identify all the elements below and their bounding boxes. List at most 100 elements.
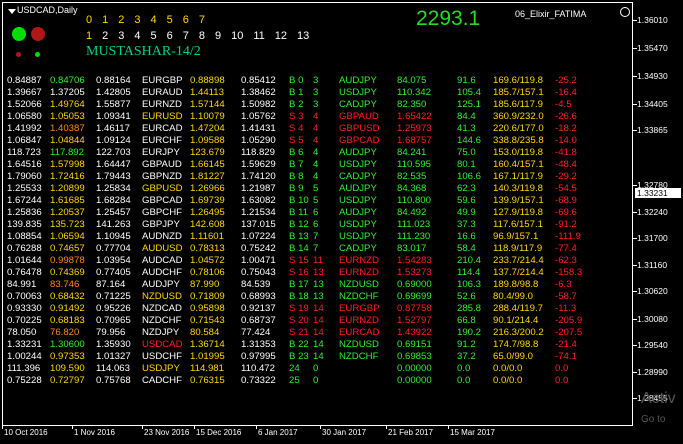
price-label: 1.30080 <box>637 313 668 324</box>
table-cell: 0.69853 <box>397 351 432 362</box>
axis-tick <box>194 426 195 429</box>
table-cell: 1.25973 <box>397 123 432 134</box>
table-cell: 123.679 <box>190 147 225 158</box>
table-cell: 1.38462 <box>241 87 276 98</box>
table-cell: 0.68737 <box>241 315 276 326</box>
table-cell: 0.76288 <box>7 243 42 254</box>
table-cell: 84.075 <box>397 75 427 86</box>
table-row: 0.84887 0.84706 0.88164 EURGBP 0.88898 0.8541… <box>7 75 601 87</box>
table-cell: 1.04844 <box>50 135 85 146</box>
table-cell: 1.05290 <box>241 135 276 146</box>
table-cell: 1.00244 <box>7 351 42 362</box>
table-cell: 79.956 <box>96 327 126 338</box>
dropdown-triangle-icon[interactable] <box>8 9 16 14</box>
table-cell: 233.7/214.4 <box>493 255 544 266</box>
price-axis[interactable]: 1.36010 1.35470 1.34930 1.34405 1.33865 1.327… <box>633 0 683 426</box>
table-row: 1.25533 1.20899 1.25834 GBPUSD 1.26966 1.2198… <box>7 183 601 195</box>
table-cell: 210.4 <box>457 255 482 266</box>
table-cell: 7 <box>313 231 319 242</box>
table-cell: B 23 <box>289 351 309 362</box>
date-label: 15 Mar 2017 <box>450 428 495 437</box>
table-cell: 75.0 <box>457 147 476 158</box>
table-cell: 1.53273 <box>397 267 432 278</box>
table-row: 0.75228 0.72797 0.75768 CADCHF 0.76315 0.7332… <box>7 375 601 387</box>
table-row: 1.52066 1.49764 1.55877 EURNZD 1.57144 1.5098… <box>7 99 601 111</box>
table-cell: 0.71543 <box>190 315 225 326</box>
table-cell: 0.74369 <box>50 267 85 278</box>
table-cell: 5 <box>313 183 319 194</box>
table-cell: 1.69739 <box>190 195 225 206</box>
indicator-name: 06_Elixir_FATIMA <box>515 9 587 19</box>
table-cell: 1.57998 <box>50 159 85 170</box>
table-cell: 3 <box>313 75 319 86</box>
smiley-icon <box>620 7 630 17</box>
table-cell: -91.2 <box>555 219 577 230</box>
table-cell: 1.26495 <box>190 207 225 218</box>
table-cell: 80.584 <box>190 327 220 338</box>
table-cell: 82.535 <box>397 171 427 182</box>
table-cell: 0.70225 <box>7 315 42 326</box>
table-cell: 137.7/214.4 <box>493 267 544 278</box>
green-signal-dot <box>35 52 40 57</box>
table-cell: 0.91492 <box>50 303 85 314</box>
table-cell: AUDJPY <box>339 147 377 158</box>
table-cell: 80.1 <box>457 159 476 170</box>
table-cell: 110.595 <box>397 159 431 170</box>
table-cell: 110.800 <box>397 195 431 206</box>
big-price-readout: 2293.1 <box>416 7 481 30</box>
table-cell: 1.06594 <box>50 231 85 242</box>
table-cell: -18.2 <box>555 123 577 134</box>
table-cell: 1.21987 <box>241 183 276 194</box>
table-cell: 1.04572 <box>190 255 225 266</box>
table-cell: 58.4 <box>457 243 476 254</box>
table-cell: B 7 <box>289 159 304 170</box>
time-axis[interactable]: 10 Oct 2016 1 Nov 2016 23 Nov 2016 15 Dec 2… <box>0 426 683 444</box>
table-cell: 338.8/235.8 <box>493 135 544 146</box>
table-cell: 11 <box>313 255 323 266</box>
table-cell: 16.6 <box>457 231 476 242</box>
table-cell: 0.0/0.0 <box>493 375 523 386</box>
green-signal-light <box>12 27 26 41</box>
table-cell: 1.06580 <box>7 111 42 122</box>
table-cell: 142.608 <box>190 219 225 230</box>
table-cell: 0.76478 <box>7 267 42 278</box>
table-row: 78.050 76.820 79.956 NZDJPY 80.584 77.424 S 21… <box>7 327 601 339</box>
table-cell: 1.09124 <box>96 135 131 146</box>
table-cell: 0.85412 <box>241 75 276 86</box>
table-cell: 1.21534 <box>241 207 276 218</box>
table-cell: 105.4 <box>457 87 482 98</box>
table-row: 1.06847 1.04844 1.09124 EURCHF 1.09588 1.0529… <box>7 135 601 147</box>
table-cell: 7 <box>313 243 319 254</box>
table-cell: 137.015 <box>241 219 276 230</box>
table-cell: 24 <box>289 363 300 374</box>
table-cell: 1.55877 <box>96 99 131 110</box>
table-cell: 82.350 <box>397 99 427 110</box>
table-cell: 4 <box>313 123 319 134</box>
table-cell: 1.35930 <box>96 339 131 350</box>
table-cell: 13 <box>313 279 324 290</box>
table-cell: 118.829 <box>241 147 275 158</box>
price-label: 1.35470 <box>637 42 668 53</box>
table-cell: 80.4/99.0 <box>493 291 534 302</box>
table-cell: -4.5 <box>555 99 572 110</box>
date-label: 10 Oct 2016 <box>4 428 48 437</box>
number-label: 9 <box>215 30 222 42</box>
table-cell: NZDCAD <box>142 303 182 314</box>
table-cell: 0.97353 <box>50 351 85 362</box>
table-cell: B 17 <box>289 279 309 290</box>
table-cell: 1.08854 <box>7 231 42 242</box>
table-cell: B 1 <box>289 87 304 98</box>
table-cell: 0.68993 <box>241 291 276 302</box>
table-cell: 0.87758 <box>397 303 432 314</box>
axis-tick <box>256 426 257 429</box>
table-cell: 1.25457 <box>96 207 131 218</box>
table-cell: -48.4 <box>555 159 577 170</box>
indicator-subtitle: MUSTASHAR-14/2 <box>86 44 201 59</box>
table-cell: -6.3 <box>555 279 572 290</box>
table-cell: 0.95226 <box>96 303 131 314</box>
axis-tick <box>2 426 3 429</box>
table-cell: 0.76315 <box>190 375 225 386</box>
table-cell: -77.4 <box>555 243 577 254</box>
table-row: 1.08854 1.06594 1.10945 AUDNZD 1.11601 1.0722… <box>7 231 601 243</box>
table-cell: 87.164 <box>96 279 126 290</box>
